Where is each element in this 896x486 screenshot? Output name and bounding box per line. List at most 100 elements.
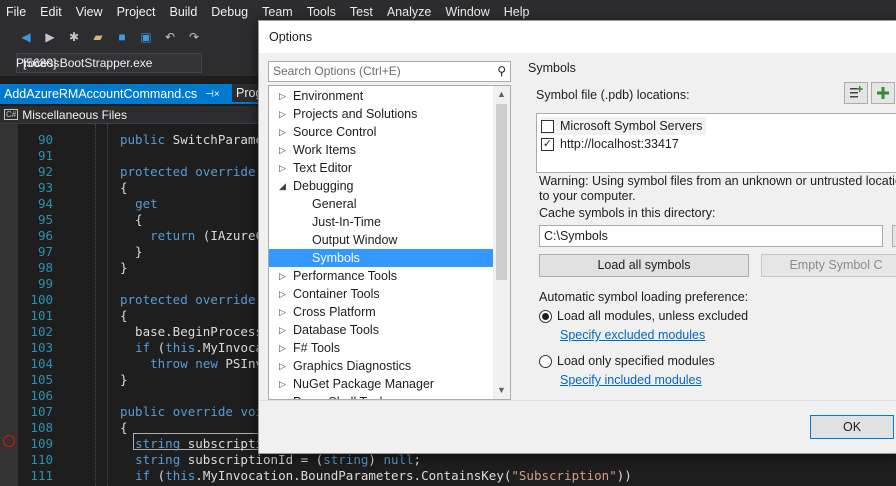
code-text: }	[120, 260, 128, 275]
tree-item-label: Environment	[293, 89, 364, 103]
expand-arrow-icon[interactable]: ▷	[279, 325, 286, 336]
tree-item-output-window[interactable]: Output Window	[269, 231, 493, 249]
tree-item-label: Text Editor	[293, 161, 353, 175]
expand-arrow-icon[interactable]: ▷	[279, 379, 286, 390]
expand-arrow-icon[interactable]: ▷	[279, 91, 286, 102]
symbol-locations-list[interactable]: Microsoft Symbol Servers ✓ http://localh…	[536, 113, 896, 173]
specify-included-modules-link[interactable]: Specify included modules	[560, 373, 702, 387]
collapse-arrow-icon[interactable]: ◢	[279, 181, 286, 192]
csharp-file-icon: C#	[4, 109, 19, 120]
tree-item-debugging[interactable]: ◢ Debugging	[269, 177, 493, 195]
new-project-icon[interactable]: ✱	[66, 29, 82, 45]
tree-item-symbols[interactable]: Symbols	[269, 249, 493, 267]
menu-file[interactable]: File	[0, 5, 34, 19]
expand-arrow-icon[interactable]: ▷	[279, 163, 286, 174]
tree-item-text-editor[interactable]: ▷ Text Editor	[269, 159, 493, 177]
scroll-down-icon[interactable]: ▼	[493, 382, 510, 399]
location-item-microsoft[interactable]: Microsoft Symbol Servers	[541, 117, 707, 135]
load-all-symbols-button[interactable]: Load all symbols	[539, 254, 749, 277]
code-text: return (IAzureCo	[150, 228, 271, 243]
radio-load-specified-modules[interactable]: Load only specified modules	[539, 354, 715, 368]
menu-build[interactable]: Build	[163, 5, 205, 19]
expand-arrow-icon[interactable]: ▷	[279, 145, 286, 156]
options-tree-items: ▷ Environment ▷ Projects and Solutions ▷ Sour…	[269, 86, 493, 399]
line-number: 107	[30, 404, 53, 419]
menu-tools[interactable]: Tools	[301, 5, 344, 19]
tree-item-source-control[interactable]: ▷ Source Control	[269, 123, 493, 141]
radio-button-selected[interactable]	[539, 309, 552, 323]
line-number: 108	[30, 420, 53, 435]
tree-item-f-tools[interactable]: ▷ F# Tools	[269, 339, 493, 357]
line-number: 109	[30, 436, 53, 451]
line-number: 103	[30, 340, 53, 355]
radio-button-unselected[interactable]	[539, 354, 552, 368]
tree-item-label: Symbols	[312, 251, 360, 265]
save-all-icon[interactable]: ▣	[138, 29, 154, 45]
specify-excluded-modules-link[interactable]: Specify excluded modules	[560, 328, 705, 342]
scrollbar-thumb[interactable]	[496, 104, 507, 280]
open-file-icon[interactable]: ▰	[90, 29, 106, 45]
new-location-button[interactable]	[871, 82, 895, 104]
scroll-up-icon[interactable]: ▲	[493, 86, 510, 103]
expand-arrow-icon[interactable]: ▷	[279, 109, 286, 120]
menu-project[interactable]: Project	[111, 5, 164, 19]
location-item-localhost[interactable]: ✓ http://localhost:33417	[541, 135, 679, 153]
menu-test[interactable]: Test	[344, 5, 381, 19]
navigate-forward-icon[interactable]: ▶	[42, 29, 58, 45]
expand-arrow-icon[interactable]: ▷	[279, 343, 286, 354]
expand-arrow-icon[interactable]: ▷	[279, 307, 286, 318]
menu-view[interactable]: View	[70, 5, 111, 19]
menu-window[interactable]: Window	[439, 5, 497, 19]
pin-tab-icon[interactable]: ⊣×	[205, 89, 220, 100]
tree-item-projects-and-solutions[interactable]: ▷ Projects and Solutions	[269, 105, 493, 123]
tree-item-performance-tools[interactable]: ▷ Performance Tools	[269, 267, 493, 285]
undo-icon[interactable]: ↶	[162, 29, 178, 45]
tree-item-label: Database Tools	[293, 323, 379, 337]
cache-label: Cache symbols in this directory:	[539, 206, 716, 220]
expand-arrow-icon[interactable]: ▷	[279, 127, 286, 138]
expand-arrow-icon[interactable]: ▷	[279, 271, 286, 282]
location-checkbox-localhost[interactable]: ✓	[541, 137, 554, 151]
code-text: base.BeginProcessi	[120, 324, 271, 339]
menu-analyze[interactable]: Analyze	[381, 5, 439, 19]
tree-item-environment[interactable]: ▷ Environment	[269, 87, 493, 105]
options-tree[interactable]: ▷ Environment ▷ Projects and Solutions ▷ Sour…	[268, 85, 511, 400]
browse-button[interactable]	[892, 225, 896, 247]
expand-arrow-icon[interactable]: ▷	[279, 397, 286, 400]
menu-debug[interactable]: Debug	[205, 5, 256, 19]
menu-team[interactable]: Team	[256, 5, 301, 19]
tree-item-container-tools[interactable]: ▷ Container Tools	[269, 285, 493, 303]
code-text: protected override vo	[120, 292, 278, 307]
save-icon[interactable]: ■	[114, 29, 130, 45]
location-checkbox-microsoft[interactable]	[541, 119, 554, 133]
plus-icon	[877, 87, 889, 99]
search-options-input[interactable]: Search Options (Ctrl+E) ⚲	[268, 61, 511, 82]
tree-item-general[interactable]: General	[269, 195, 493, 213]
tab-addazurermaccountcommand[interactable]: AddAzureRMAccountCommand.cs ⊣×	[0, 84, 232, 104]
line-number: 98	[37, 260, 53, 275]
tree-item-graphics-diagnostics[interactable]: ▷ Graphics Diagnostics	[269, 357, 493, 375]
tree-item-nuget-package-manager[interactable]: ▷ NuGet Package Manager	[269, 375, 493, 393]
tree-item-work-items[interactable]: ▷ Work Items	[269, 141, 493, 159]
tree-item-database-tools[interactable]: ▷ Database Tools	[269, 321, 493, 339]
empty-symbol-cache-button[interactable]: Empty Symbol C	[761, 254, 896, 277]
tree-scrollbar[interactable]: ▲ ▼	[493, 86, 510, 399]
code-text: public override void	[120, 404, 271, 419]
navigate-back-icon[interactable]: ◀	[18, 29, 34, 45]
menu-help[interactable]: Help	[498, 5, 538, 19]
menu-edit[interactable]: Edit	[34, 5, 70, 19]
radio-load-all-modules[interactable]: Load all modules, unless excluded	[539, 309, 748, 323]
tree-item-cross-platform[interactable]: ▷ Cross Platform	[269, 303, 493, 321]
tree-item-powershell-tools[interactable]: ▷ PowerShell Tools	[269, 393, 493, 399]
tree-item-just-in-time[interactable]: Just-In-Time	[269, 213, 493, 231]
expand-arrow-icon[interactable]: ▷	[279, 361, 286, 372]
search-icon[interactable]: ⚲	[497, 64, 506, 78]
expand-arrow-icon[interactable]: ▷	[279, 289, 286, 300]
cache-directory-input[interactable]: C:\Symbols	[539, 225, 883, 247]
redo-icon[interactable]: ↷	[186, 29, 202, 45]
add-location-button[interactable]	[844, 82, 868, 104]
line-number: 105	[30, 372, 53, 387]
tree-item-label: Debugging	[293, 179, 354, 193]
ok-button[interactable]: OK	[810, 415, 894, 439]
project-dropdown[interactable]: Miscellaneous Files	[22, 108, 127, 122]
